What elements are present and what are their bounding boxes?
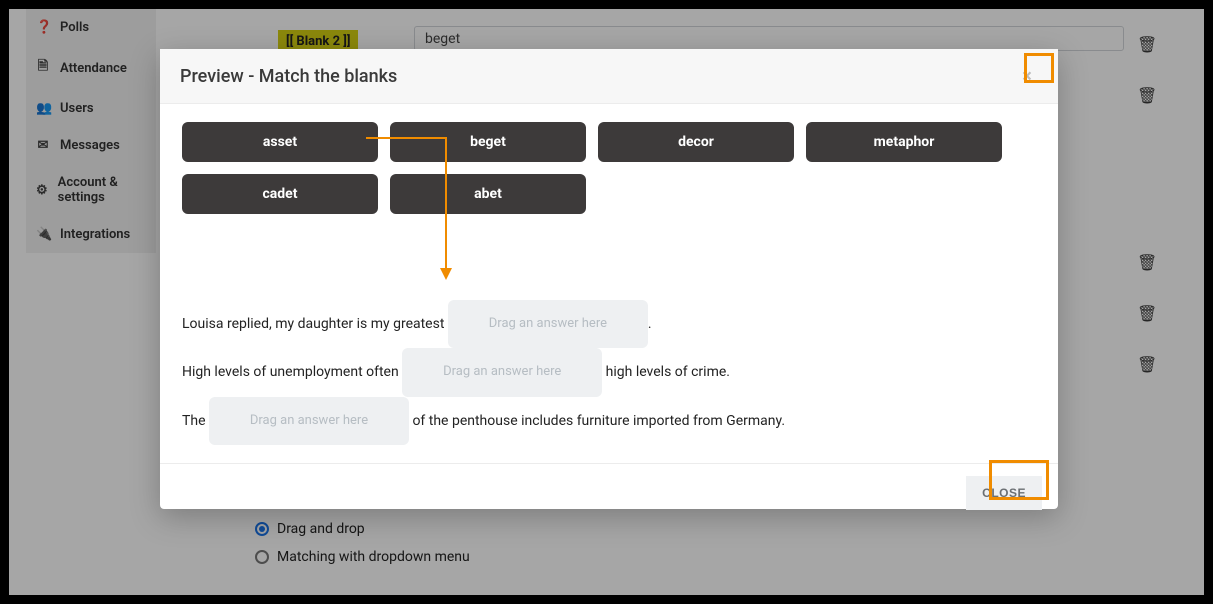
answer-tiles: asset beget decor metaphor cadet abet (182, 122, 1036, 214)
answer-tile[interactable]: decor (598, 122, 794, 162)
drop-zone[interactable]: Drag an answer here (402, 348, 602, 396)
answer-tile[interactable]: abet (390, 174, 586, 214)
drop-zone[interactable]: Drag an answer here (448, 300, 648, 348)
highlight-box (1024, 53, 1054, 83)
modal-footer: CLOSE (160, 463, 1058, 522)
drop-zone[interactable]: Drag an answer here (209, 397, 409, 445)
modal-header: Preview - Match the blanks × (160, 49, 1058, 104)
sentence-text: Louisa replied, my daughter is my greate… (182, 316, 448, 332)
answer-tile[interactable]: beget (390, 122, 586, 162)
sentence-list: Louisa replied, my daughter is my greate… (182, 300, 1036, 445)
sentence-text: . (648, 316, 652, 332)
preview-modal: Preview - Match the blanks × asset beget… (160, 49, 1058, 509)
sentence-row: Louisa replied, my daughter is my greate… (182, 300, 1036, 348)
answer-tile[interactable]: asset (182, 122, 378, 162)
answer-tile[interactable]: cadet (182, 174, 378, 214)
sentence-text: high levels of crime. (602, 364, 730, 380)
modal-title: Preview - Match the blanks (180, 66, 397, 87)
sentence-text: The (182, 413, 209, 429)
sentence-row: High levels of unemployment often Drag a… (182, 348, 1036, 396)
sentence-text: High levels of unemployment often (182, 364, 402, 380)
sentence-row: The Drag an answer here of the penthouse… (182, 397, 1036, 445)
sentence-text: of the penthouse includes furniture impo… (409, 413, 785, 429)
answer-tile[interactable]: metaphor (806, 122, 1002, 162)
highlight-box (989, 460, 1049, 500)
modal-body: asset beget decor metaphor cadet abet Lo… (160, 104, 1058, 463)
